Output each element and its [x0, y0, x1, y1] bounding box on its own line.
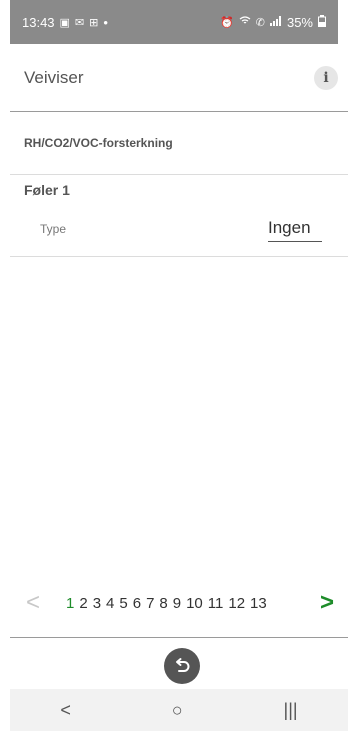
page-number-11[interactable]: 11 — [208, 595, 224, 612]
nav-back-button[interactable]: < — [60, 700, 71, 721]
page-number-6[interactable]: 6 — [133, 595, 141, 612]
next-page-button[interactable]: > — [320, 589, 334, 617]
page-number-12[interactable]: 12 — [228, 595, 245, 612]
undo-icon — [176, 658, 190, 672]
teams-icon: ⊞ — [89, 16, 99, 29]
page-list: 1 2 3 4 5 6 7 8 9 10 11 12 13 — [66, 595, 267, 612]
alarm-icon: ⏰ — [220, 16, 234, 29]
status-right: ⏰ ✆ 35% — [220, 14, 326, 30]
section-title: RH/CO2/VOC-forsterkning — [10, 112, 348, 175]
prev-page-button[interactable]: < — [26, 589, 40, 617]
nav-home-button[interactable]: ○ — [172, 700, 183, 721]
type-label: Type — [40, 222, 67, 236]
page-number-2[interactable]: 2 — [79, 595, 87, 612]
battery-icon — [318, 14, 326, 30]
status-bar: 13:43 ▣ ✉ ⊞ • ⏰ ✆ 35% — [10, 0, 338, 44]
system-nav-bar: < ○ ||| — [10, 689, 348, 731]
bottom-bar — [10, 637, 348, 688]
pager: < 1 2 3 4 5 6 7 8 9 10 11 12 13 > — [10, 586, 348, 620]
page-number-10[interactable]: 10 — [186, 595, 203, 612]
page-number-7[interactable]: 7 — [146, 595, 154, 612]
mail-icon: ✉ — [74, 16, 85, 29]
signal-icon — [269, 15, 282, 29]
status-left: 13:43 ▣ ✉ ⊞ • — [22, 15, 108, 30]
page-number-4[interactable]: 4 — [106, 595, 114, 612]
undo-button[interactable] — [164, 648, 200, 684]
battery-percent: 35% — [286, 14, 313, 30]
call-icon: ✆ — [255, 16, 265, 29]
app-header: Veiviser i — [10, 44, 348, 112]
page-title: Veiviser — [24, 67, 84, 87]
info-button[interactable]: i — [314, 65, 338, 90]
type-select[interactable]: Ingen — [268, 218, 322, 242]
page-number-3[interactable]: 3 — [93, 595, 101, 612]
page-number-8[interactable]: 8 — [159, 595, 167, 612]
page-number-5[interactable]: 5 — [119, 595, 127, 612]
status-dot: • — [103, 14, 108, 30]
group-title: Føler 1 — [24, 182, 70, 198]
page-number-13[interactable]: 13 — [250, 595, 267, 612]
nav-recents-button[interactable]: ||| — [284, 700, 298, 721]
info-icon: i — [323, 69, 329, 86]
page-number-1[interactable]: 1 — [66, 595, 74, 612]
sensor-type-row: Type Ingen — [10, 210, 348, 257]
status-time: 13:43 — [22, 14, 55, 30]
gallery-icon: ▣ — [59, 16, 70, 29]
wifi-icon — [239, 15, 251, 29]
page-number-9[interactable]: 9 — [173, 595, 181, 612]
